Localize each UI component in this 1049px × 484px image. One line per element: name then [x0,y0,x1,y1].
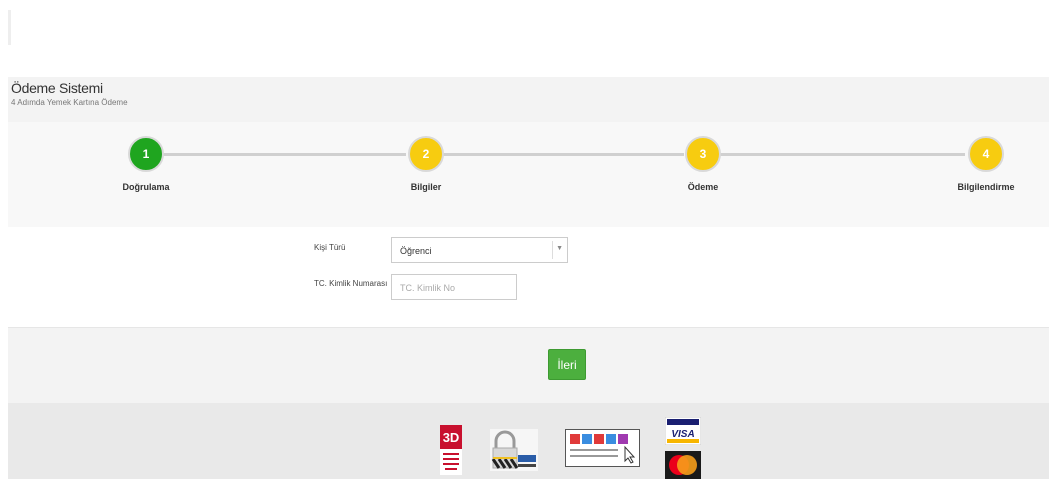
page-header: Ödeme Sistemi 4 Adımda Yemek Kartına Öde… [8,77,1049,122]
wizard-connector [720,153,965,156]
step-3-label: Ödeme [687,182,719,192]
mastercard-logo [665,451,701,479]
svg-text:VISA: VISA [671,429,694,440]
person-type-select[interactable]: Öğrenci ▼ [391,237,568,263]
step-4-label: Bilgilendirme [957,182,1015,192]
tc-placeholder: TC. Kimlik No [400,283,456,293]
next-button[interactable]: İleri [548,349,586,380]
step-3-circle: 3 [685,136,721,172]
action-bar: İleri [8,327,1049,404]
tc-label: TC. Kimlik Numarası [314,279,388,288]
page-subtitle: 4 Adımda Yemek Kartına Ödeme [11,98,128,107]
step-2-circle: 2 [408,136,444,172]
secure-3d-logo: 3D [440,425,462,475]
step-1-label: Doğrulama [122,182,170,192]
svg-text:3D: 3D [443,430,460,445]
page-title: Ödeme Sistemi [11,80,103,96]
person-type-value: Öğrenci [400,246,432,256]
progress-wizard: 1 2 3 4 Doğrulama Bilgiler Ödeme Bilgile… [8,122,1049,227]
identity-form: Kişi Türü Öğrenci ▼ TC. Kimlik Numarası … [8,227,1049,327]
chevron-down-icon: ▼ [556,245,563,252]
select-divider [552,241,553,259]
wizard-connector [442,153,684,156]
person-type-label: Kişi Türü [314,243,346,252]
secure-shopping-logo [565,429,640,467]
step-1-circle: 1 [128,136,164,172]
wizard-connector [162,153,406,156]
ssl-lock-logo [490,429,538,471]
tc-input[interactable]: TC. Kimlik No [391,274,517,300]
top-divider [8,10,11,45]
visa-logo: VISA [664,416,702,446]
payment-logos-footer: 3D VISA [8,403,1049,479]
step-4-circle: 4 [968,136,1004,172]
step-2-label: Bilgiler [410,182,442,192]
